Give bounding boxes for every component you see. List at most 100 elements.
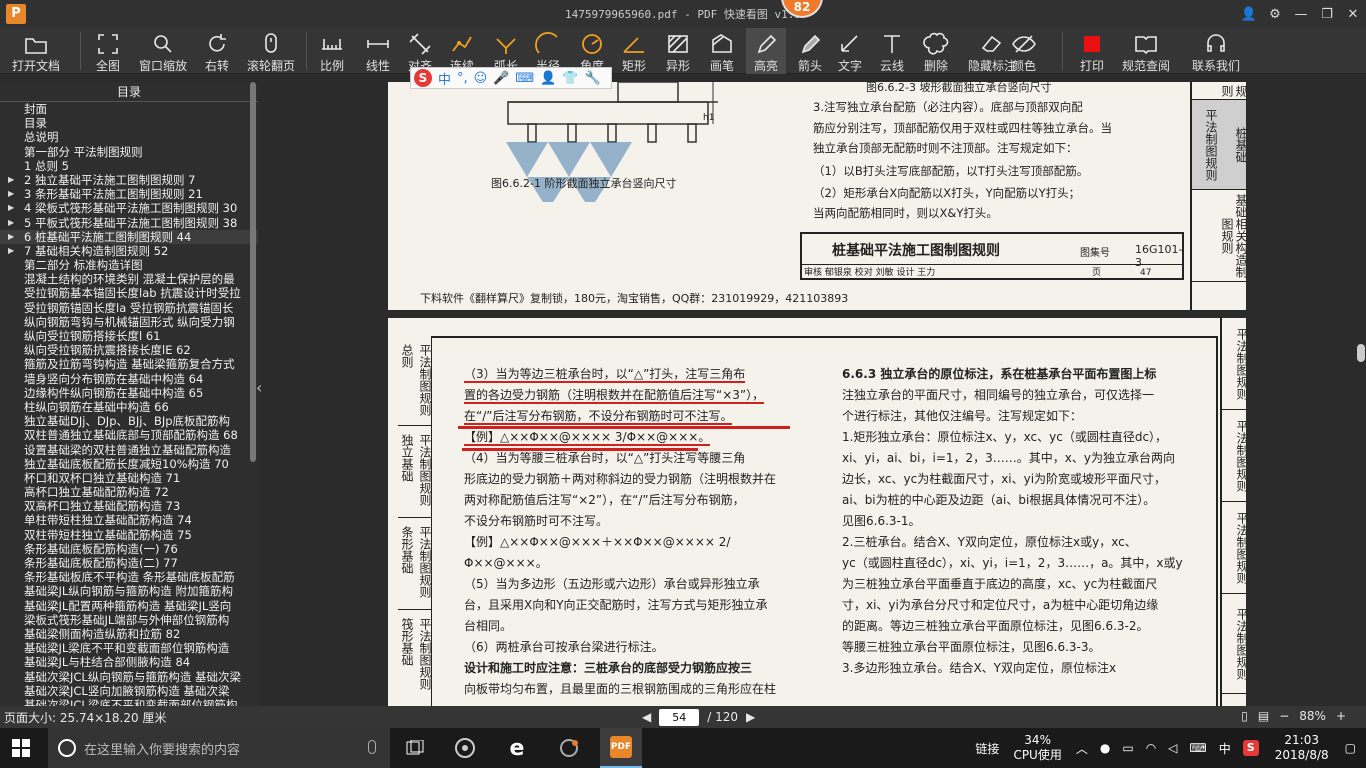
outline-item[interactable]: 基础梁JL梁底不平和变截面部位钢筋构造 — [0, 641, 258, 655]
ime-lang-icon[interactable]: 中 — [438, 69, 451, 88]
emoji-icon[interactable]: ☺ — [474, 71, 488, 86]
outline-item[interactable]: 杯口和双杯口独立基础构造 71 — [0, 471, 258, 485]
volume-icon[interactable]: ◁ — [1168, 741, 1177, 755]
chevron-up-icon[interactable]: ︿ — [1076, 740, 1088, 757]
outline-item[interactable]: 条形基础底板配筋构造(二) 77 — [0, 556, 258, 570]
outline-item[interactable]: 双柱带短柱独立基础配筋构造 75 — [0, 528, 258, 542]
outline-item[interactable]: 受拉钢筋基本锚固长度lab 抗震设计时受拉 — [0, 286, 258, 300]
wrench-icon[interactable]: 🔧 — [585, 71, 601, 86]
outline-item[interactable]: ▶ 5 平板式筏形基础平法施工图制图规则 38 — [0, 216, 258, 230]
outline-item[interactable]: 箍筋及拉筋弯钩构造 基础梁箍筋复合方式 — [0, 357, 258, 371]
network-link-label[interactable]: 链接 — [975, 740, 999, 757]
outline-item[interactable]: 墙身竖向分布钢筋在基础中构造 64 — [0, 372, 258, 386]
close-button[interactable]: ✕ — [1340, 0, 1366, 28]
ime-toolbar[interactable]: S 中 °, ☺ 🎤 ⌨ 👤 👕 🔧 — [410, 67, 612, 89]
sogou-logo-icon[interactable]: S — [414, 69, 432, 87]
outline-item[interactable]: 封面 — [0, 102, 258, 116]
ime-punct-icon[interactable]: °, — [457, 71, 468, 86]
wheel-page-button[interactable]: 滚轮翻页 — [244, 28, 298, 74]
outline-item[interactable]: 设置基础梁的双柱普通独立基础配筋构造 — [0, 443, 258, 457]
skin-icon[interactable]: 👕 — [562, 71, 578, 86]
zoom-in-button[interactable]: + — [1336, 709, 1346, 723]
outline-item[interactable]: 第一部分 平法制图规则 — [0, 145, 258, 159]
scrollbar-thumb[interactable] — [1357, 344, 1365, 362]
text-button[interactable]: 文字 — [830, 28, 870, 74]
cloud-line-button[interactable]: 云线 — [872, 28, 912, 74]
outline-item[interactable]: ▶ 6 桩基础平法施工图制图规则 44 — [0, 229, 258, 244]
outline-item[interactable]: 基础梁JL纵向钢筋与箍筋构造 附加箍筋构 — [0, 584, 258, 598]
expand-arrow-icon[interactable]: ▶ — [8, 230, 14, 244]
outline-item[interactable]: 高杯口独立基础配筋构造 72 — [0, 485, 258, 499]
color-button[interactable]: 颜色 — [1004, 28, 1044, 74]
rotate-right-button[interactable]: 右转 — [200, 28, 234, 74]
outline-item[interactable]: 纵向钢筋弯钩与机械锚固形式 纵向受力钢 — [0, 315, 258, 329]
user-icon[interactable]: 👤 — [1236, 0, 1262, 28]
ime-indicator[interactable]: 中 — [1219, 740, 1231, 757]
cpu-meter[interactable]: 34% CPU使用 — [1013, 733, 1061, 763]
prev-page-icon[interactable]: ◀ — [642, 710, 651, 724]
outline-item[interactable]: 基础梁JL配置两种箍筋构造 基础梁JL竖向 — [0, 599, 258, 613]
action-center-icon[interactable]: ▭ — [1122, 741, 1133, 755]
outline-item[interactable]: 梁板式筏形基础JL端部与外伸部位钢筋构 — [0, 613, 258, 627]
notifications-icon[interactable]: ▢ — [1345, 741, 1356, 755]
microphone-icon[interactable] — [368, 740, 376, 754]
single-page-icon[interactable]: ▯ — [1241, 709, 1248, 723]
expand-arrow-icon[interactable]: ▶ — [8, 187, 14, 201]
keyboard-icon[interactable]: ⌨ — [1189, 741, 1206, 755]
microphone-icon[interactable]: 🎤 — [493, 71, 509, 86]
spec-lookup-button[interactable]: 规范查阅 — [1116, 28, 1176, 74]
app-swirl-icon[interactable] — [548, 728, 590, 768]
outline-item[interactable]: 混凝土结构的环境类别 混凝土保护层的最 — [0, 272, 258, 286]
document-scrollbar[interactable] — [1356, 82, 1366, 706]
rectangle-button[interactable]: 矩形 — [614, 28, 654, 74]
taskbar-search[interactable]: 在这里输入你要搜索的内容 — [48, 728, 390, 768]
pen-button[interactable]: 画笔 — [702, 28, 742, 74]
sogou-tray-icon[interactable]: S — [1242, 740, 1259, 756]
page-number-input[interactable]: 54 — [659, 708, 700, 726]
outline-item[interactable]: 条形基础底板配筋构造(一) 76 — [0, 542, 258, 556]
window-zoom-button[interactable]: 窗口缩放 — [134, 28, 192, 74]
outline-item[interactable]: 双柱普通独立基础底部与顶部配筋构造 68 — [0, 428, 258, 442]
outline-item[interactable]: 第二部分 标准构造详图 — [0, 258, 258, 272]
expand-arrow-icon[interactable]: ▶ — [8, 201, 14, 215]
people-icon[interactable]: ● — [1100, 741, 1110, 755]
outline-item[interactable]: ▶ 4 梁板式筏形基础平法施工图制图规则 30 — [0, 201, 258, 215]
settings-icon[interactable]: ⚙ — [1262, 0, 1288, 28]
irregular-button[interactable]: 异形 — [658, 28, 698, 74]
sidebar-scrollbar[interactable] — [250, 82, 256, 462]
continuous-page-icon[interactable]: ▤ — [1258, 709, 1269, 723]
delete-button[interactable]: 删除 — [916, 28, 956, 74]
expand-arrow-icon[interactable]: ▶ — [8, 244, 14, 258]
outline-item[interactable]: 边缘构件纵向钢筋在基础中构造 65 — [0, 386, 258, 400]
outline-item[interactable]: 目录 — [0, 116, 258, 130]
highlight-button[interactable]: 高亮 — [746, 28, 786, 74]
arrow-button[interactable]: 箭头 — [790, 28, 830, 74]
contact-us-button[interactable]: 联系我们 — [1186, 28, 1246, 74]
document-view[interactable]: h1 图6.6.2-3 坡形截面独立承台竖向尺寸 图6.6.2-1 阶形截面独立… — [266, 82, 1356, 706]
outline-item[interactable]: 双高杯口独立基础配筋构造 73 — [0, 499, 258, 513]
outline-item[interactable]: ▶ 7 基础相关构造制图规则 52 — [0, 244, 258, 258]
clock[interactable]: 21:03 2018/8/8 — [1275, 733, 1329, 763]
scale-button[interactable]: 比例 — [312, 28, 352, 74]
outline-item[interactable]: 基础次梁JCL竖向加腋钢筋构造 基础次梁 — [0, 684, 258, 698]
sidebar-collapse-handle[interactable]: ‹ — [256, 82, 266, 706]
outline-item[interactable]: 基础次梁JCL梁底不平和变截面部位钢筋构 — [0, 698, 258, 706]
outline-item[interactable]: 1 总则 5 — [0, 159, 258, 173]
windows-start-icon[interactable] — [12, 739, 30, 757]
minimize-button[interactable]: — — [1288, 0, 1314, 28]
fit-page-button[interactable]: 全图 — [88, 28, 128, 74]
outline-item[interactable]: ▶ 3 条形基础平法施工图制图规则 21 — [0, 187, 258, 201]
outline-item[interactable]: 条形基础板底不平构造 条形基础底板配筋 — [0, 570, 258, 584]
outline-item[interactable]: 纵向受拉钢筋搭接长度l 61 — [0, 329, 258, 343]
wifi-icon[interactable]: ◠ — [1146, 741, 1156, 755]
next-page-icon[interactable]: ▶ — [746, 710, 755, 724]
maximize-button[interactable]: ❐ — [1314, 0, 1340, 28]
outline-item[interactable]: 受拉钢筋锚固长度la 受拉钢筋抗震锚固长 — [0, 301, 258, 315]
outline-item[interactable]: 柱纵向钢筋在基础中构造 66 — [0, 400, 258, 414]
outline-item[interactable]: ▶ 2 独立基础平法施工图制图规则 7 — [0, 173, 258, 187]
outline-item[interactable]: 总说明 — [0, 130, 258, 144]
linear-button[interactable]: 线性 — [358, 28, 398, 74]
expand-arrow-icon[interactable]: ▶ — [8, 216, 14, 230]
pdf-viewer-taskbar-icon[interactable]: PDF — [600, 728, 642, 768]
outline-item[interactable]: 基础梁侧面构造纵筋和拉筋 82 — [0, 627, 258, 641]
